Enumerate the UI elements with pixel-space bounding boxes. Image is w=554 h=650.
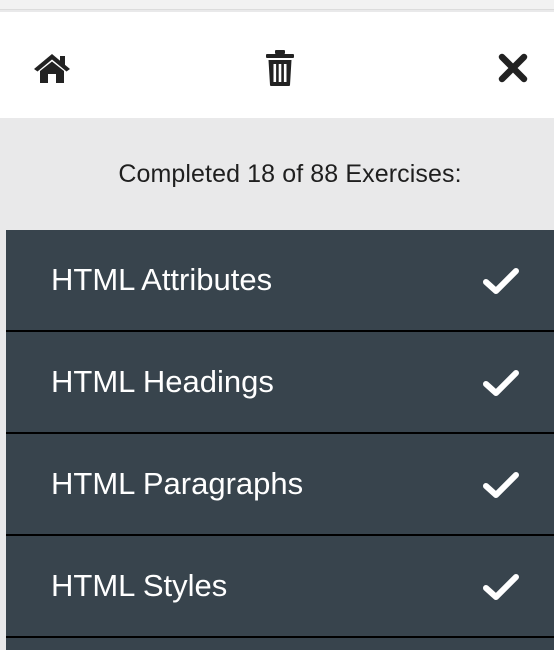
exercise-item-html-styles[interactable]: HTML Styles xyxy=(6,536,554,638)
exercise-label: HTML Styles xyxy=(51,568,228,603)
exercise-item-html-paragraphs[interactable]: HTML Paragraphs xyxy=(6,434,554,536)
exercise-item-next[interactable] xyxy=(6,638,554,650)
checkmark-icon xyxy=(483,268,519,294)
home-button[interactable] xyxy=(30,46,74,90)
checkmark-icon xyxy=(483,370,519,396)
close-button[interactable] xyxy=(491,46,535,90)
exercise-label: HTML Headings xyxy=(51,364,274,399)
progress-text: Completed 18 of 88 Exercises: xyxy=(118,159,462,188)
exercise-item-html-attributes[interactable]: HTML Attributes xyxy=(6,230,554,332)
exercise-label: HTML Paragraphs xyxy=(51,466,304,501)
progress-summary: Completed 18 of 88 Exercises: xyxy=(0,118,554,230)
exercise-list: HTML Attributes HTML Headings HTML Parag… xyxy=(6,230,554,650)
exercise-label: HTML Attributes xyxy=(51,262,273,297)
home-icon xyxy=(34,54,70,83)
checkmark-icon xyxy=(483,574,519,600)
trash-icon xyxy=(266,50,294,86)
exercise-panel: Completed 18 of 88 Exercises: HTML Attri… xyxy=(0,0,554,650)
top-divider xyxy=(0,0,554,10)
exercise-item-html-headings[interactable]: HTML Headings xyxy=(6,332,554,434)
panel-toolbar xyxy=(0,12,554,118)
delete-button[interactable] xyxy=(258,46,302,90)
close-icon xyxy=(498,53,528,83)
checkmark-icon xyxy=(483,472,519,498)
